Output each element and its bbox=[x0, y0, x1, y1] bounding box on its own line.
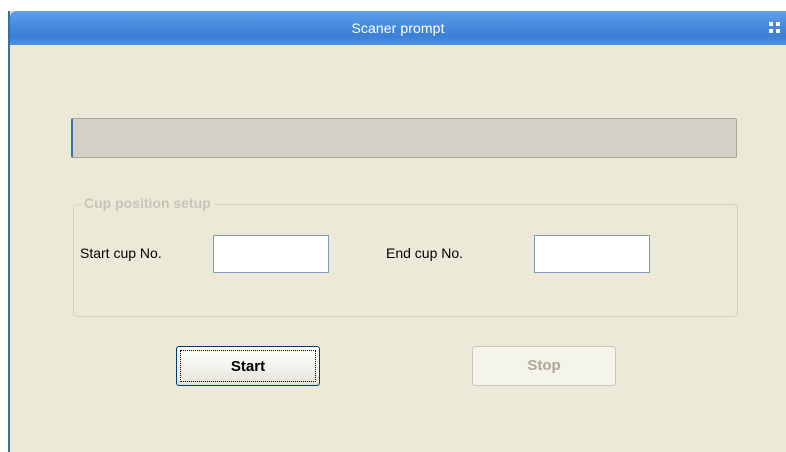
stop-button[interactable]: Stop bbox=[472, 346, 616, 386]
scanner-prompt-window: Scaner prompt Cup position setup Start c… bbox=[8, 11, 786, 452]
window-title: Scaner prompt bbox=[351, 20, 445, 36]
end-cup-label: End cup No. bbox=[386, 245, 464, 261]
grid-icon[interactable] bbox=[769, 22, 780, 33]
start-cup-input[interactable] bbox=[213, 235, 329, 273]
start-cup-label: Start cup No. bbox=[80, 245, 162, 261]
start-button-label: Start bbox=[180, 350, 316, 382]
end-cup-input[interactable] bbox=[534, 235, 650, 273]
scan-progress-bar bbox=[71, 118, 737, 158]
start-button[interactable]: Start bbox=[176, 346, 320, 386]
title-bar[interactable]: Scaner prompt bbox=[10, 11, 786, 45]
group-legend: Cup position setup bbox=[81, 195, 215, 211]
